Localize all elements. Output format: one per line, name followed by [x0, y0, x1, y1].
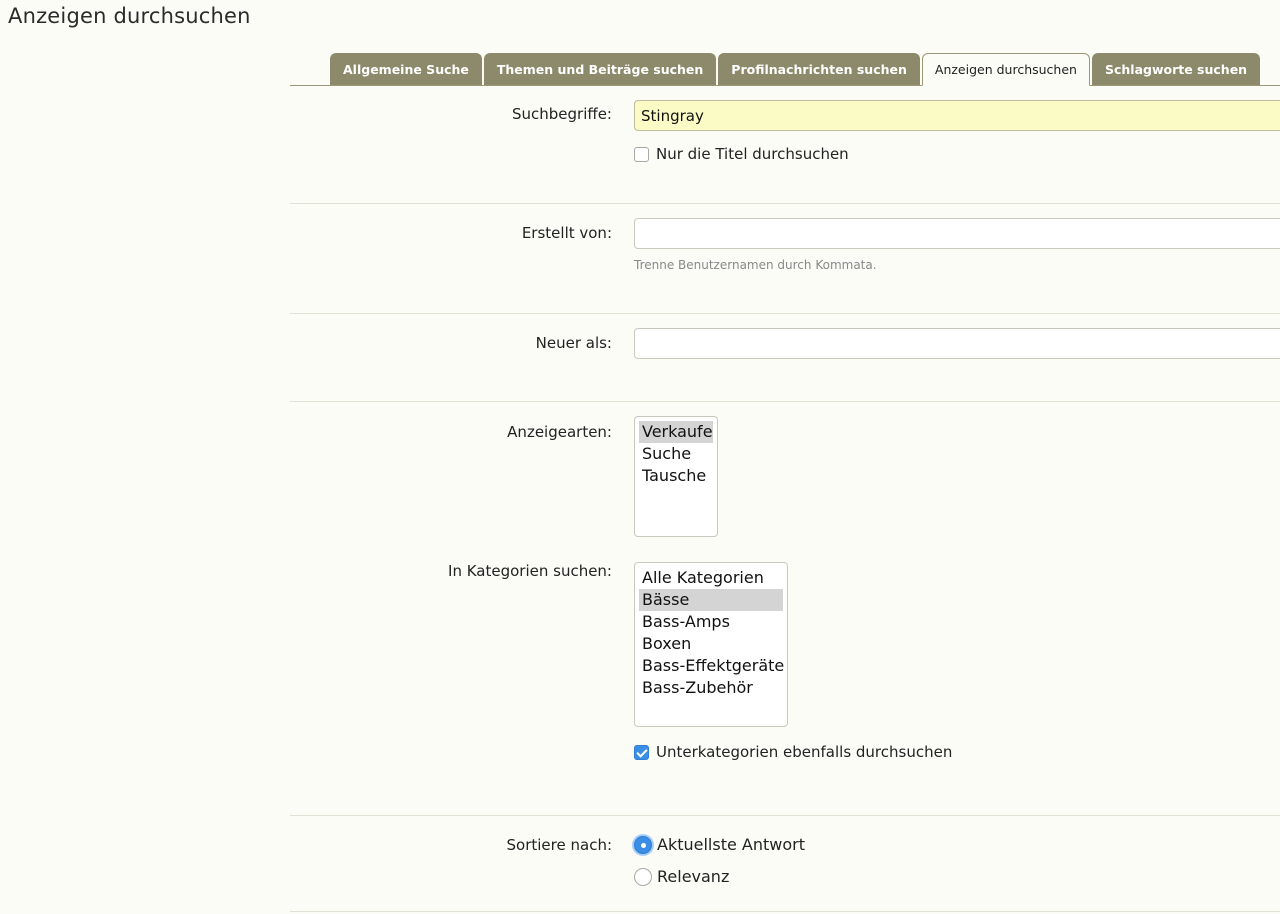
sort-option-relevance[interactable]: Relevanz: [634, 867, 729, 886]
created-by-input[interactable]: [634, 218, 1280, 249]
category-option[interactable]: Bass-Zubehör: [639, 677, 783, 699]
category-option[interactable]: Boxen: [639, 633, 783, 655]
ad-types-listbox[interactable]: Verkaufe Suche Tausche: [634, 416, 718, 537]
tab-ads-search[interactable]: Anzeigen durchsuchen: [921, 53, 1090, 86]
categories-listbox[interactable]: Alle Kategorien Bässe Bass-Amps Boxen Ba…: [634, 562, 788, 727]
tab-tags-search[interactable]: Schlagworte suchen: [1091, 53, 1261, 85]
search-tabs: Allgemeine Suche Themen und Beiträge suc…: [290, 53, 1280, 86]
sort-label: Sortiere nach:: [506, 836, 612, 854]
category-option[interactable]: Bässe: [639, 589, 783, 611]
tab-list: Allgemeine Suche Themen und Beiträge suc…: [330, 53, 1261, 86]
ad-type-option[interactable]: Suche: [639, 443, 713, 465]
created-by-hint: Trenne Benutzernamen durch Kommata.: [634, 258, 877, 272]
divider: [290, 911, 1280, 912]
sort-relevance-radio[interactable]: [634, 867, 652, 886]
search-terms-input[interactable]: [634, 100, 1280, 131]
tab-profile-posts-search[interactable]: Profilnachrichten suchen: [718, 53, 920, 85]
category-option[interactable]: Bass-Amps: [639, 611, 783, 633]
ad-type-option[interactable]: Verkaufe: [639, 421, 713, 443]
sort-latest-reply-label: Aktuellste Antwort: [657, 835, 805, 854]
tab-threads-posts-search[interactable]: Themen und Beiträge suchen: [483, 53, 717, 85]
include-subcategories-checkbox[interactable]: [634, 744, 649, 760]
titles-only-label: Nur die Titel durchsuchen: [656, 145, 849, 163]
sort-option-latest-reply[interactable]: Aktuellste Antwort: [634, 835, 805, 854]
titles-only-option[interactable]: Nur die Titel durchsuchen: [634, 145, 849, 163]
categories-label: In Kategorien suchen:: [448, 562, 612, 580]
created-by-label: Erstellt von:: [521, 224, 612, 242]
sort-relevance-label: Relevanz: [657, 867, 730, 886]
newer-than-label: Neuer als:: [535, 334, 612, 352]
search-terms-label: Suchbegriffe:: [511, 105, 612, 123]
page-title: Anzeigen durchsuchen: [8, 4, 251, 28]
include-subcategories-label: Unterkategorien ebenfalls durchsuchen: [656, 743, 953, 761]
ad-type-option[interactable]: Tausche: [639, 465, 713, 487]
divider: [290, 203, 1280, 204]
category-option[interactable]: Bass-Effektgeräte: [639, 655, 784, 677]
include-subcategories-option[interactable]: Unterkategorien ebenfalls durchsuchen: [634, 743, 952, 761]
divider: [290, 401, 1280, 402]
category-option[interactable]: Alle Kategorien: [639, 567, 783, 589]
newer-than-input[interactable]: [634, 328, 1280, 359]
tab-general-search[interactable]: Allgemeine Suche: [330, 53, 482, 85]
ad-types-label: Anzeigearten:: [507, 423, 612, 441]
divider: [290, 313, 1280, 314]
divider: [290, 815, 1280, 816]
titles-only-checkbox[interactable]: [634, 146, 649, 162]
sort-latest-reply-radio[interactable]: [634, 835, 652, 854]
